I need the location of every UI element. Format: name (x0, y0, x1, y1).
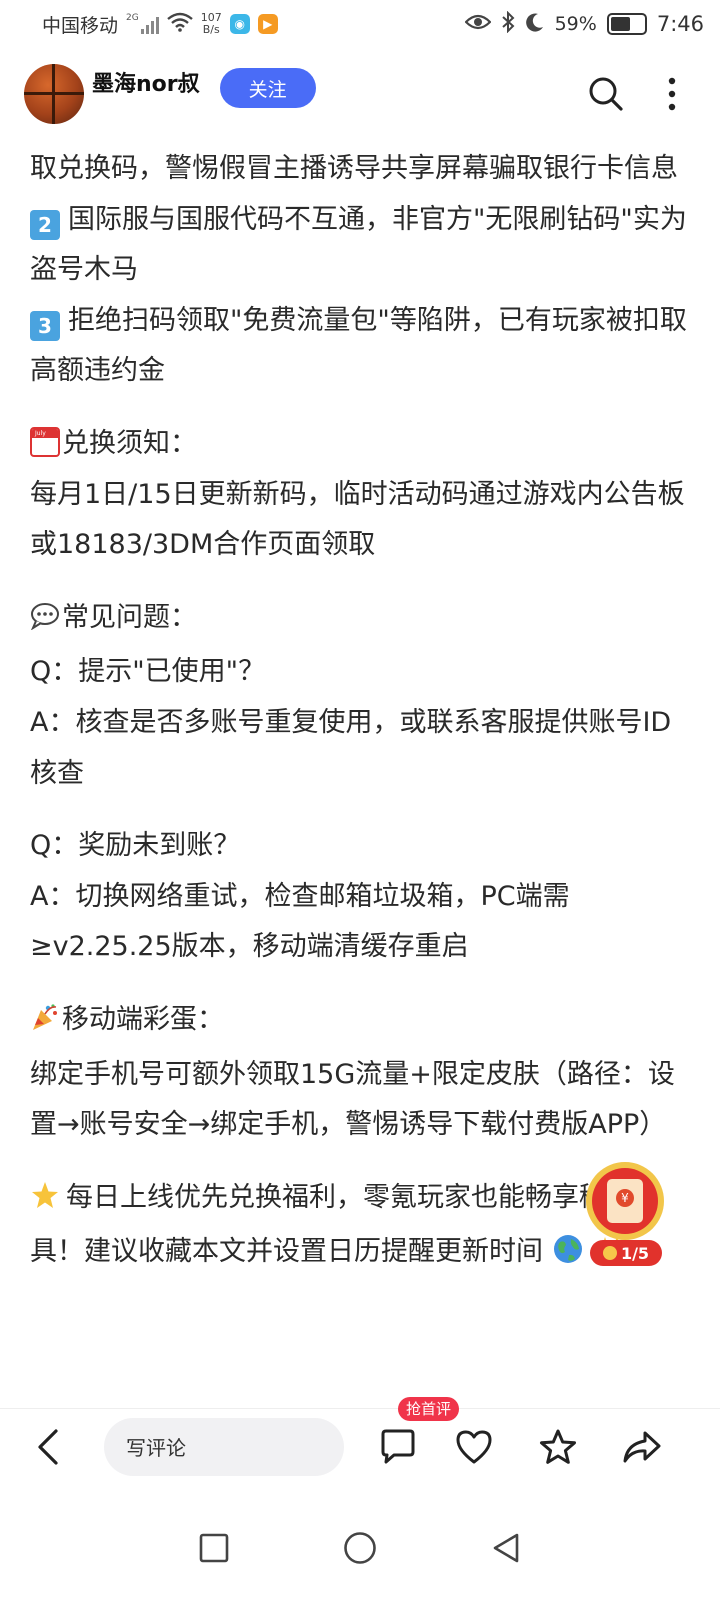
share-button[interactable] (614, 1419, 670, 1475)
share-icon (623, 1431, 661, 1462)
search-icon (589, 77, 623, 111)
comment-icon (381, 1429, 415, 1463)
section-title-text: 移动端彩蛋： (62, 1003, 224, 1035)
calendar-icon: July (30, 426, 60, 457)
list-item: 3 拒绝扫码领取"免费流量包"等陷阱，已有玩家被扣取高额违约金 (30, 296, 690, 397)
section-title-text: 常见问题： (62, 601, 197, 633)
more-button[interactable] (648, 70, 696, 118)
section-title: 移动端彩蛋： (30, 995, 690, 1050)
coin-icon (602, 1246, 617, 1260)
square-icon (199, 1533, 229, 1563)
star-icon (540, 1429, 576, 1464)
faq-question: Q：奖励未到账？ (30, 830, 241, 862)
home-button[interactable] (340, 1528, 380, 1568)
glowing-star-icon (30, 1177, 60, 1228)
like-button[interactable] (446, 1419, 502, 1475)
battery-icon (606, 13, 647, 35)
comment-input[interactable]: 写评论 (104, 1417, 344, 1476)
bottom-action-bar: 写评论 抢首评 (0, 1396, 720, 1484)
video-app-icon: ▶ (257, 14, 278, 34)
keycap-number-icon: 3 (30, 310, 60, 341)
status-bar: 中国移动 2G 107 B/s ◉ ▶ 59% 7:46 (0, 0, 720, 48)
avatar[interactable] (24, 64, 84, 124)
battery-percent: 59% (554, 13, 597, 35)
list-item-text: 国际服与国服代码不互通，非官方"无限刷钻码"实为盗号木马 (30, 203, 687, 286)
net-speed-unit: B/s (202, 23, 220, 36)
red-packet-widget[interactable]: 1/5 (584, 1162, 668, 1270)
faq-question: Q：提示"已使用"？ (30, 656, 266, 688)
first-comment-badge: 抢首评 (398, 1396, 460, 1421)
recent-apps-button[interactable] (194, 1528, 234, 1568)
bluetooth-icon (501, 10, 515, 38)
signal-icon: 2G (126, 14, 159, 34)
section-title: July 兑换须知： (30, 419, 690, 470)
author-name[interactable]: 墨海nor叔 (92, 66, 200, 98)
paragraph: 每月1日/15日更新新码，临时活动码通过游戏内公告板或18183/3DM合作页面… (30, 478, 685, 561)
keycap-number-icon: 2 (30, 209, 60, 240)
paragraph: 绑定手机号可额外领取15G流量+限定皮肤（路径：设置→账号安全→绑定手机，警惕诱… (30, 1058, 675, 1141)
triangle-back-icon (493, 1533, 519, 1563)
wifi-icon (166, 12, 193, 37)
nav-back-button[interactable] (486, 1528, 526, 1568)
section-title: 常见问题： (30, 593, 690, 648)
moon-icon (525, 12, 545, 37)
speech-bubble-icon (30, 597, 60, 648)
app-notification-icon: ◉ (229, 14, 250, 34)
back-button[interactable] (22, 1421, 74, 1473)
signal-type-label: 2G (126, 13, 139, 23)
faq-answer: A：核查是否多账号重复使用，或联系客服提供账号ID核查 (30, 706, 672, 789)
chevron-left-icon (38, 1428, 58, 1465)
paragraph: 取兑换码，警惕假冒主播诱导共享屏幕骗取银行卡信息 (30, 153, 678, 184)
follow-button[interactable]: 关注 (219, 68, 316, 108)
circle-icon (344, 1532, 376, 1564)
article-header: 墨海nor叔 关注 (0, 56, 720, 132)
red-packet-progress: 1/5 (590, 1240, 662, 1266)
more-vertical-icon (668, 77, 676, 111)
clock-time: 7:46 (656, 12, 704, 36)
search-button[interactable] (582, 70, 630, 118)
list-item: 2 国际服与国服代码不互通，非官方"无限刷钻码"实为盗号木马 (30, 195, 690, 296)
list-item-text: 拒绝扫码领取"免费流量包"等陷阱，已有玩家被扣取高额违约金 (30, 304, 687, 387)
comment-button[interactable]: 抢首评 (370, 1396, 460, 1475)
carrier-label: 中国移动 (42, 14, 119, 37)
section-title-text: 兑换须知： (62, 427, 197, 459)
net-speed: 107 B/s (201, 12, 222, 36)
article-body: 取兑换码，警惕假冒主播诱导共享屏幕骗取银行卡信息 2 国际服与国服代码不互通，非官… (30, 144, 690, 1283)
system-navigation-bar (0, 1496, 720, 1600)
party-popper-icon (30, 999, 60, 1050)
globe-icon (552, 1232, 584, 1283)
red-packet-icon (586, 1162, 664, 1240)
faq-answer: A：切换网络重试，检查邮箱垃圾箱，PC端需≥v2.25.25版本，移动端清缓存重… (30, 880, 570, 963)
eye-icon (464, 13, 492, 36)
heart-icon (456, 1430, 492, 1463)
favorite-button[interactable] (530, 1419, 586, 1475)
